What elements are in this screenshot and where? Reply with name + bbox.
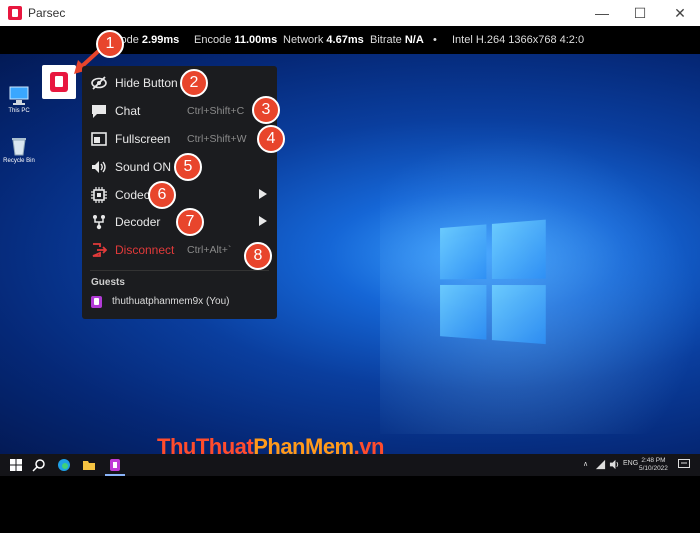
desktop-icon-label: Recycle Bin <box>2 158 36 164</box>
menu-item-label: Chat <box>115 104 140 118</box>
minimize-button[interactable]: — <box>582 0 622 26</box>
guest-name: thuthuatphanmem9x (You) <box>112 296 230 307</box>
edge-browser-icon[interactable] <box>57 458 71 472</box>
decoder-icon <box>91 214 107 230</box>
network-icon[interactable] <box>595 459 606 470</box>
taskbar: ∧ ENG 2:48 PM 5/10/2022 <box>0 454 700 476</box>
decode-stat: code 2.99ms <box>115 34 179 46</box>
annotation-badge-1: 1 <box>96 30 124 58</box>
menu-item-label: Codec <box>115 188 150 202</box>
desktop-icon-recycle-bin[interactable]: Recycle Bin <box>2 136 36 164</box>
parsec-taskbar-icon[interactable] <box>108 458 122 472</box>
title-bar: Parsec — ☐ ✕ <box>0 0 700 26</box>
file-explorer-icon[interactable] <box>82 458 96 472</box>
parsec-window: Parsec — ☐ ✕ code 2.99ms Encode 11.00ms … <box>0 0 700 533</box>
annotation-badge-7: 7 <box>176 208 204 236</box>
annotation-badge-5: 5 <box>174 153 202 181</box>
tray-chevron-icon[interactable]: ∧ <box>583 460 588 468</box>
menu-item-label: Decoder <box>115 215 160 229</box>
menu-divider <box>90 270 269 271</box>
desktop-icon-this-pc[interactable]: This PC <box>2 86 36 114</box>
language-indicator[interactable]: ENG <box>623 460 638 467</box>
taskbar-clock[interactable]: 2:48 PM 5/10/2022 <box>639 457 668 473</box>
menu-item-shortcut: Ctrl+Alt+` <box>187 244 231 256</box>
disconnect-icon <box>91 242 107 258</box>
submenu-arrow-icon <box>259 189 267 199</box>
bottom-letterbox <box>0 476 700 533</box>
volume-icon[interactable] <box>609 459 620 470</box>
guest-parsec-icon <box>91 296 102 308</box>
annotation-badge-8: 8 <box>244 242 272 270</box>
desktop-icon-label: This PC <box>2 108 36 114</box>
guests-heading: Guests <box>91 277 125 288</box>
annotation-badge-6: 6 <box>148 181 176 209</box>
menu-item-shortcut: Ctrl+Shift+C <box>187 105 244 117</box>
submenu-arrow-icon <box>259 216 267 226</box>
menu-item-shortcut: Ctrl+Shift+W <box>187 133 247 145</box>
window-title: Parsec <box>28 6 65 20</box>
search-icon[interactable] <box>32 458 46 472</box>
chat-icon <box>91 103 107 119</box>
recycle-bin-icon <box>8 136 30 156</box>
menu-item-label: Hide Button <box>115 76 178 90</box>
network-stat: Network 4.67ms <box>283 34 364 46</box>
menu-item-chat[interactable]: Chat Ctrl+Shift+C <box>82 98 277 124</box>
eye-off-icon <box>91 75 107 91</box>
computer-icon <box>8 86 30 106</box>
chip-icon <box>91 187 107 203</box>
menu-item-label: Fullscreen <box>115 132 170 146</box>
annotation-badge-4: 4 <box>257 125 285 153</box>
codec-info: Intel H.264 1366x768 4:2:0 <box>452 34 584 46</box>
speaker-icon <box>91 159 107 175</box>
maximize-button[interactable]: ☐ <box>620 0 660 26</box>
parsec-menu: Hide Button Chat Ctrl+Shift+C Fullscreen… <box>82 66 277 319</box>
notification-icon[interactable] <box>678 459 690 470</box>
parsec-app-icon <box>8 6 22 20</box>
menu-item-label: Sound ON <box>115 160 171 174</box>
fullscreen-icon <box>91 131 107 147</box>
annotation-badge-3: 3 <box>252 96 280 124</box>
guest-item[interactable]: thuthuatphanmem9x (You) <box>91 295 271 311</box>
menu-item-codec[interactable]: Codec <box>82 182 277 208</box>
menu-item-label: Disconnect <box>115 243 174 257</box>
bitrate-stat: Bitrate N/A <box>370 34 424 46</box>
menu-item-fullscreen[interactable]: Fullscreen Ctrl+Shift+W <box>82 126 277 152</box>
encode-stat: Encode 11.00ms <box>194 34 277 46</box>
start-button-icon[interactable] <box>9 458 23 472</box>
windows-logo-wallpaper <box>440 219 550 349</box>
parsec-logo-icon <box>50 72 68 92</box>
annotation-badge-2: 2 <box>180 69 208 97</box>
close-button[interactable]: ✕ <box>660 0 700 26</box>
separator-dot: • <box>433 34 437 46</box>
